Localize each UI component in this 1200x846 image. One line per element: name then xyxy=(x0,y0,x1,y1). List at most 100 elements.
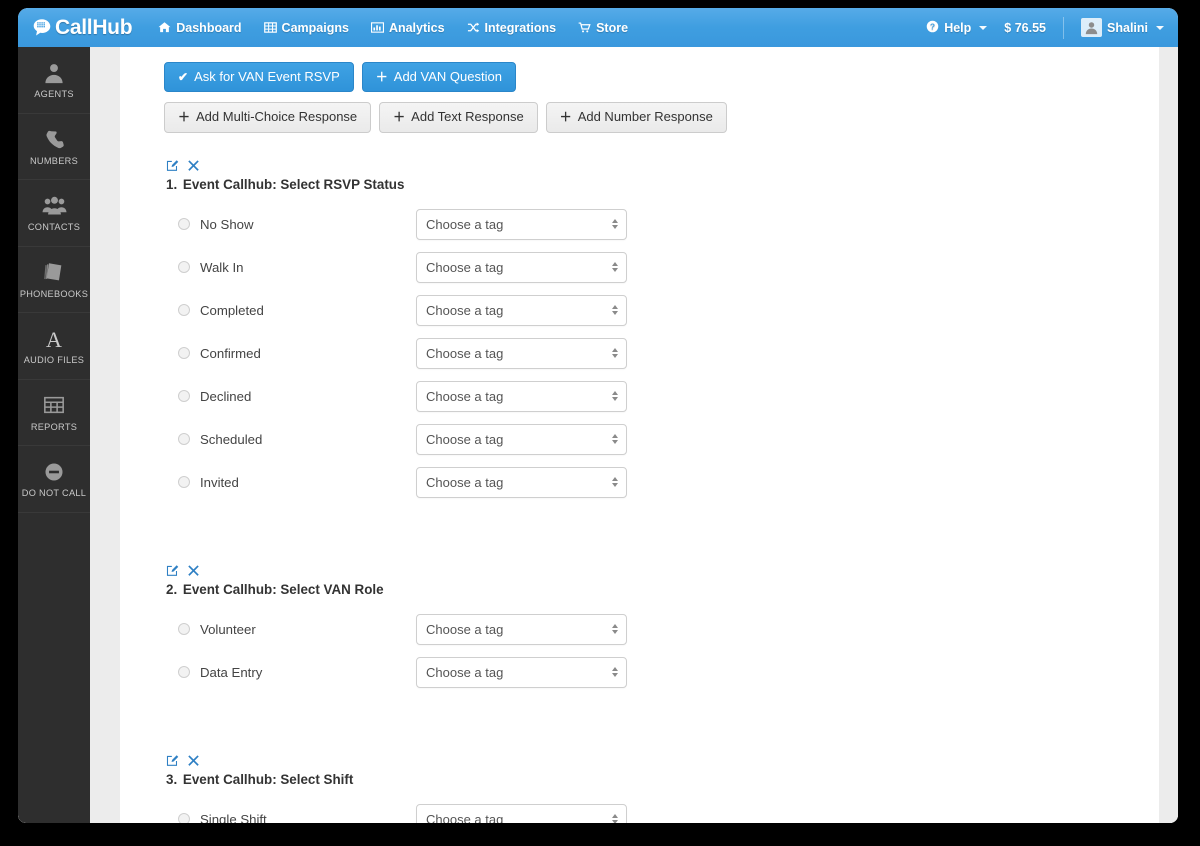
help-menu[interactable]: ? Help xyxy=(926,20,988,36)
tag-select-value: Choose a tag xyxy=(426,431,504,447)
add-van-question-button[interactable]: ＋ Add VAN Question xyxy=(361,62,516,93)
tag-select[interactable]: Choose a tag xyxy=(416,466,627,498)
option-radio[interactable] xyxy=(178,433,190,446)
option-label: Completed xyxy=(200,302,264,318)
option-radio[interactable] xyxy=(178,623,190,636)
tag-select[interactable]: Choose a tag xyxy=(416,613,627,645)
shopping-cart-icon xyxy=(578,21,591,34)
sidebar-item-label: CONTACTS xyxy=(27,222,81,233)
question-tools xyxy=(164,754,1159,767)
left-sidebar: AGENTS NUMBERS CONTACTS PHONEBOOKS A AUD… xyxy=(18,47,90,823)
option-left: Confirmed xyxy=(164,346,416,361)
close-x-icon[interactable] xyxy=(188,159,199,171)
question-title-text: Event Callhub: Select Shift xyxy=(182,771,354,787)
question-block: 1. Event Callhub: Select RSVP Status No … xyxy=(164,159,1159,504)
stepper-arrows-icon xyxy=(612,262,618,273)
nav-item-label: Store xyxy=(596,20,629,35)
brand-logo[interactable]: CallHub xyxy=(32,16,133,40)
button-label: Add VAN Question xyxy=(393,69,502,84)
edit-pencil-square-icon[interactable] xyxy=(166,159,179,172)
close-x-icon[interactable] xyxy=(188,564,199,576)
option-left: Volunteer xyxy=(164,622,416,637)
user-name: Shalini xyxy=(1107,20,1148,35)
question-tools xyxy=(164,564,1159,577)
stepper-arrows-icon xyxy=(612,219,618,230)
tag-select[interactable]: Choose a tag xyxy=(416,294,627,326)
option-label: Walk In xyxy=(200,259,244,275)
option-radio[interactable] xyxy=(178,476,190,489)
edit-pencil-square-icon[interactable] xyxy=(166,564,179,577)
stepper-arrows-icon xyxy=(612,391,618,402)
stepper-arrows-icon xyxy=(612,624,618,635)
tag-select-value: Choose a tag xyxy=(426,216,504,232)
question-title: 1. Event Callhub: Select RSVP Status xyxy=(164,177,1159,192)
option-radio[interactable] xyxy=(178,666,190,679)
svg-text:A: A xyxy=(46,327,62,351)
option-radio[interactable] xyxy=(178,261,190,274)
edit-pencil-square-icon[interactable] xyxy=(166,754,179,767)
option-row: Completed Choose a tag xyxy=(164,289,1159,332)
help-label: Help xyxy=(944,20,972,35)
option-label: Declined xyxy=(200,388,252,404)
nav-item-integrations[interactable]: Integrations xyxy=(467,21,556,35)
plus-icon: ＋ xyxy=(559,109,572,124)
option-radio[interactable] xyxy=(178,390,190,403)
nav-item-analytics[interactable]: Analytics xyxy=(370,20,445,35)
shuffle-icon xyxy=(467,21,480,34)
nav-item-label: Analytics xyxy=(388,20,445,35)
option-radio[interactable] xyxy=(178,304,190,317)
option-left: Invited xyxy=(164,475,416,490)
stepper-arrows-icon xyxy=(612,348,618,359)
balance-amount: $ 76.55 xyxy=(1004,20,1047,35)
sidebar-item-phonebooks[interactable]: PHONEBOOKS xyxy=(18,247,90,313)
user-menu[interactable]: Shalini xyxy=(1081,18,1164,37)
tag-select[interactable]: Choose a tag xyxy=(416,803,627,823)
tag-select-value: Choose a tag xyxy=(426,388,504,404)
sidebar-item-agents[interactable]: AGENTS xyxy=(18,47,90,114)
tag-select-value: Choose a tag xyxy=(426,259,504,275)
tag-select-value: Choose a tag xyxy=(426,664,504,680)
tag-select[interactable]: Choose a tag xyxy=(416,380,627,412)
option-left: No Show xyxy=(164,217,416,232)
question-tools xyxy=(164,159,1159,172)
option-radio[interactable] xyxy=(178,813,190,823)
account-balance[interactable]: $ 76.55 xyxy=(1004,21,1046,35)
sidebar-item-label: PHONEBOOKS xyxy=(19,288,89,299)
tag-select[interactable]: Choose a tag xyxy=(416,337,627,369)
option-row: Data Entry Choose a tag xyxy=(164,651,1159,694)
tag-select[interactable]: Choose a tag xyxy=(416,656,627,688)
question-number: 2. xyxy=(166,581,178,597)
nav-item-store[interactable]: Store xyxy=(578,21,628,35)
add-multi-choice-response-button[interactable]: ＋ Add Multi-Choice Response xyxy=(164,102,372,133)
option-label: Invited xyxy=(200,474,239,490)
primary-nav: Dashboard Campaigns Analytics Integratio… xyxy=(158,21,628,35)
sidebar-item-contacts[interactable]: CONTACTS xyxy=(18,180,90,247)
close-x-icon[interactable] xyxy=(188,754,199,766)
letter-a-icon: A xyxy=(42,326,66,351)
tag-select[interactable]: Choose a tag xyxy=(416,208,627,240)
nav-item-campaigns[interactable]: Campaigns xyxy=(263,20,349,35)
option-radio[interactable] xyxy=(178,218,190,231)
tag-select[interactable]: Choose a tag xyxy=(416,251,627,283)
grid-table-icon xyxy=(263,21,277,34)
app-window: CallHub Dashboard Campaigns Analytics In… xyxy=(18,8,1178,823)
option-label: Scheduled xyxy=(200,431,263,447)
option-row: Invited Choose a tag xyxy=(164,461,1159,504)
sidebar-item-reports[interactable]: REPORTS xyxy=(18,380,90,446)
sidebar-item-do-not-call[interactable]: DO NOT CALL xyxy=(18,446,90,513)
option-radio[interactable] xyxy=(178,347,190,360)
sidebar-item-label: NUMBERS xyxy=(29,155,79,166)
sidebar-item-numbers[interactable]: NUMBERS xyxy=(18,114,90,180)
tag-select[interactable]: Choose a tag xyxy=(416,423,627,455)
nav-item-label: Campaigns xyxy=(281,20,349,35)
add-number-response-button[interactable]: ＋ Add Number Response xyxy=(545,102,727,133)
check-icon: ✔ xyxy=(178,69,189,84)
nav-item-dashboard[interactable]: Dashboard xyxy=(158,21,242,35)
add-text-response-button[interactable]: ＋ Add Text Response xyxy=(379,102,538,133)
option-left: Walk In xyxy=(164,260,416,275)
navbar-right-group: ? Help $ 76.55 Shalini xyxy=(926,8,1164,47)
tag-select-value: Choose a tag xyxy=(426,345,504,361)
sidebar-item-audio-files[interactable]: A AUDIO FILES xyxy=(18,313,90,380)
ask-for-van-event-rsvp-button[interactable]: ✔ Ask for VAN Event RSVP xyxy=(164,62,354,93)
